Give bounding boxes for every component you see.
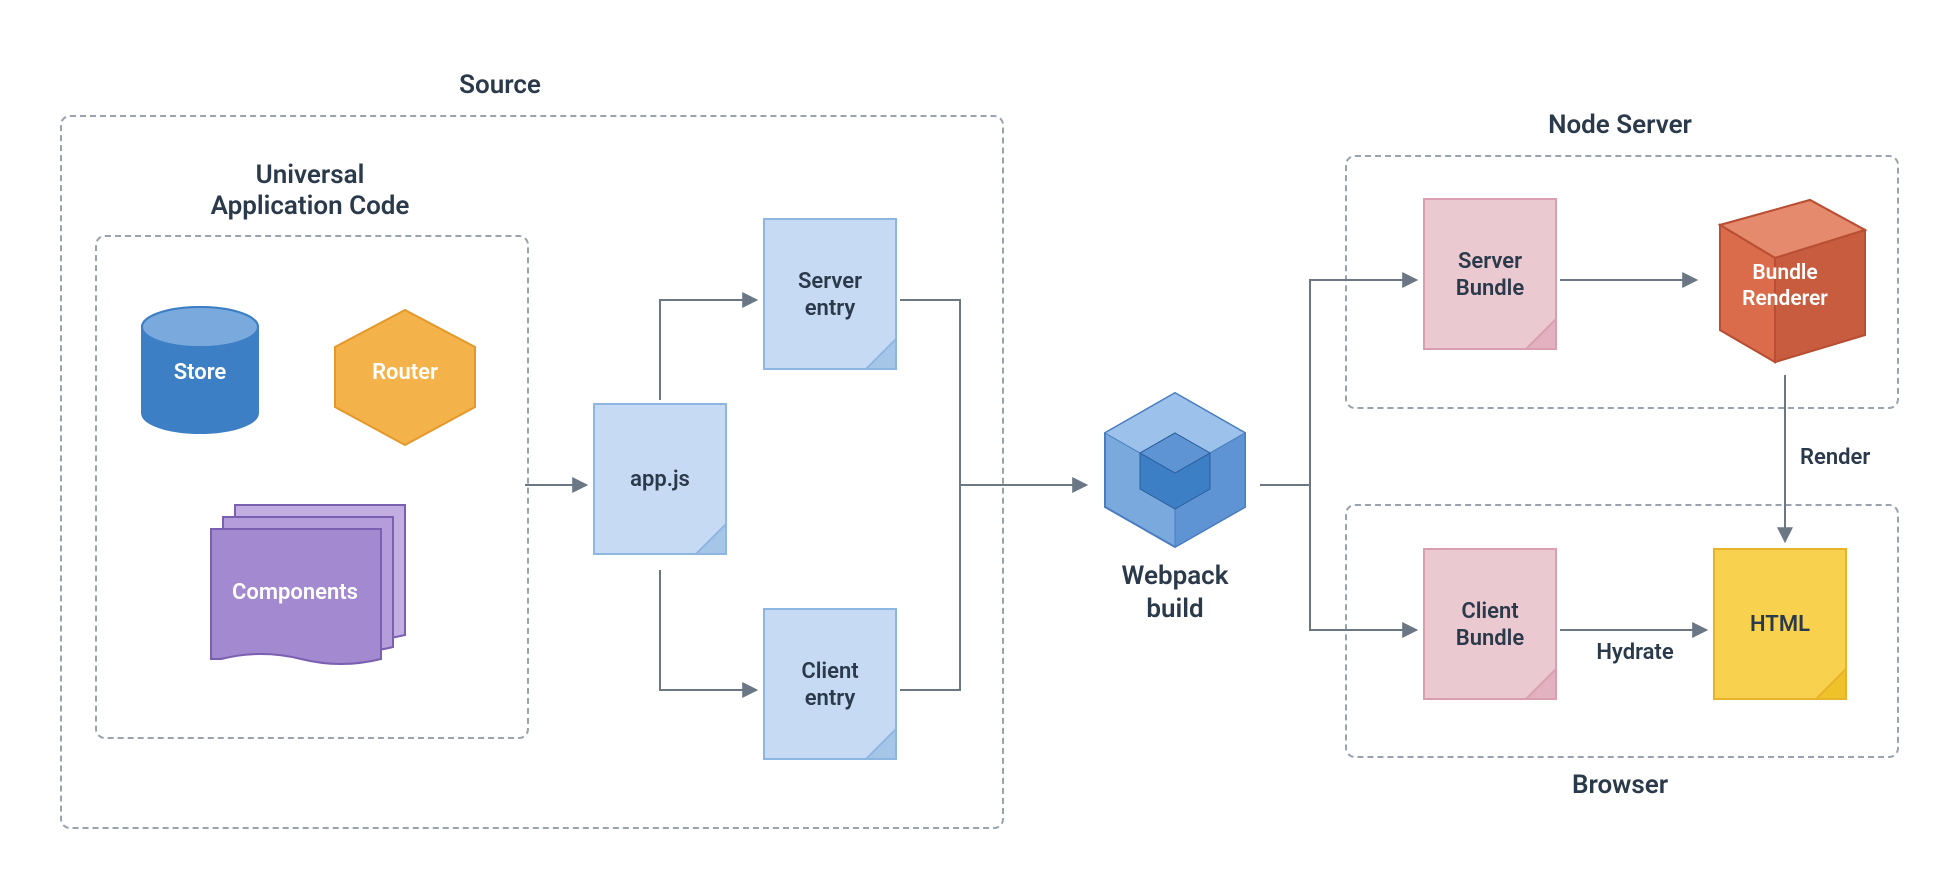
edge-hydrate-label: Hydrate bbox=[1575, 640, 1695, 665]
client-entry-node: Client entry bbox=[760, 605, 900, 779]
store-label: Store bbox=[135, 360, 265, 385]
title-universal: Universal Application Code bbox=[95, 160, 525, 222]
webpack-icon bbox=[1090, 385, 1260, 555]
appjs-node: app.js bbox=[590, 400, 730, 574]
title-source: Source bbox=[0, 70, 1000, 100]
client-bundle-node: Client Bundle bbox=[1420, 545, 1560, 719]
components-label: Components bbox=[195, 580, 395, 605]
title-browser: Browser bbox=[1345, 770, 1895, 800]
bundle-renderer-label: Bundle Renderer bbox=[1700, 260, 1870, 313]
title-node-server: Node Server bbox=[1345, 110, 1895, 140]
server-entry-node: Server entry bbox=[760, 215, 900, 389]
router-label: Router bbox=[325, 360, 485, 385]
edge-render-label: Render bbox=[1800, 445, 1900, 470]
html-node: HTML bbox=[1710, 545, 1850, 719]
webpack-label: Webpack build bbox=[1080, 560, 1270, 625]
server-bundle-node: Server Bundle bbox=[1420, 195, 1560, 369]
diagram-canvas: Source Universal Application Code Store … bbox=[0, 0, 1946, 892]
